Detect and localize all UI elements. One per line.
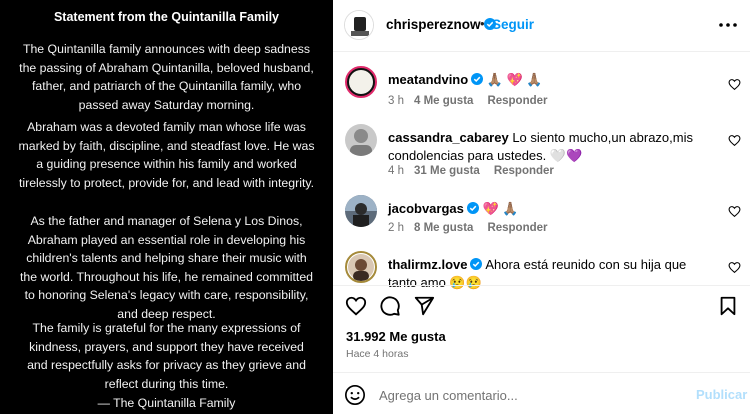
comment-body: cassandra_cabarey Lo siento mucho,un abr…: [388, 129, 703, 165]
comment-body: meatandvino 🙏🏽 💖 🙏🏽: [388, 71, 703, 89]
comment-time: 4 h: [388, 165, 404, 177]
statement-title: Statement from the Quintanilla Family: [53, 10, 280, 24]
likes-count[interactable]: 31.992 Me gusta: [346, 329, 446, 344]
verified-icon: [471, 73, 484, 85]
post-time: Hace 4 horas: [346, 348, 409, 360]
heart-icon[interactable]: [728, 261, 741, 274]
more-options-icon[interactable]: [717, 15, 739, 35]
share-icon[interactable]: [413, 295, 435, 317]
comment-item: thalirmz.love Ahora está reunido con su …: [333, 251, 750, 290]
statement-paragraph-2: Abraham was a devoted family man whose l…: [18, 120, 315, 190]
comment-item: cassandra_cabarey Lo siento mucho,un abr…: [333, 124, 750, 180]
bookmark-icon[interactable]: [717, 295, 739, 317]
commenter-avatar[interactable]: [345, 195, 377, 227]
actions-divider: [333, 285, 750, 286]
heart-icon[interactable]: [345, 295, 367, 317]
reply-button[interactable]: Responder: [494, 165, 554, 177]
comment-item: jacobvargas 💖 🙏🏽 2 h 8 Me gusta Responder: [333, 195, 750, 239]
commenter-avatar[interactable]: [345, 124, 377, 156]
post-sidebar: chrispereznow • Seguir meatandvino 🙏🏽 💖 …: [333, 0, 750, 414]
comment-meta: 4 h 31 Me gusta Responder: [388, 165, 554, 177]
comment-body: jacobvargas 💖 🙏🏽: [388, 200, 703, 218]
comment-text: 🙏🏽 💖 🙏🏽: [486, 72, 543, 87]
author-avatar[interactable]: [344, 10, 374, 40]
verified-icon: [466, 202, 479, 214]
comment-box-divider: [333, 372, 750, 373]
commenter-avatar[interactable]: [345, 66, 377, 98]
post-actions: [333, 295, 750, 319]
comment-likes[interactable]: 8 Me gusta: [414, 222, 473, 234]
statement-paragraph-3: As the father and manager of Selena y Lo…: [20, 214, 313, 321]
post-header: chrispereznow • Seguir: [333, 0, 750, 52]
commenter-username[interactable]: jacobvargas: [388, 201, 464, 216]
header-separator: •: [480, 16, 485, 31]
comment-input[interactable]: [379, 384, 679, 406]
verified-icon: [470, 258, 483, 270]
commenter-avatar[interactable]: [345, 251, 377, 283]
comment-likes[interactable]: 4 Me gusta: [414, 95, 473, 107]
heart-icon[interactable]: [728, 205, 741, 218]
comment-meta: 3 h 4 Me gusta Responder: [388, 95, 548, 107]
comment-item: meatandvino 🙏🏽 💖 🙏🏽 3 h 4 Me gusta Respond…: [333, 66, 750, 110]
reply-button[interactable]: Responder: [487, 95, 547, 107]
comment-likes[interactable]: 31 Me gusta: [414, 165, 480, 177]
author-username-text[interactable]: chrispereznow: [386, 17, 481, 32]
comment-text: 💖 🙏🏽: [482, 201, 519, 216]
comment-time: 3 h: [388, 95, 404, 107]
comment-body: thalirmz.love Ahora está reunido con su …: [388, 256, 703, 292]
reply-button[interactable]: Responder: [487, 222, 547, 234]
statement-paragraph-4: The family is grateful for the many expr…: [27, 321, 306, 391]
statement-signoff: — The Quintanilla Family: [97, 396, 236, 410]
follow-button[interactable]: Seguir: [492, 17, 534, 32]
comment-time: 2 h: [388, 222, 404, 234]
commenter-username[interactable]: cassandra_cabarey: [388, 130, 509, 145]
heart-icon[interactable]: [728, 78, 741, 91]
post-image-statement: Statement from the Quintanilla Family Th…: [0, 0, 333, 414]
commenter-username[interactable]: meatandvino: [388, 72, 468, 87]
commenter-username[interactable]: thalirmz.love: [388, 257, 467, 272]
comment-icon[interactable]: [379, 295, 401, 317]
publish-button[interactable]: Publicar: [696, 387, 747, 402]
comment-meta: 2 h 8 Me gusta Responder: [388, 222, 548, 234]
heart-icon[interactable]: [728, 134, 741, 147]
statement-paragraph-1: The Quintanilla family announces with de…: [19, 42, 314, 112]
emoji-icon[interactable]: [344, 384, 366, 406]
